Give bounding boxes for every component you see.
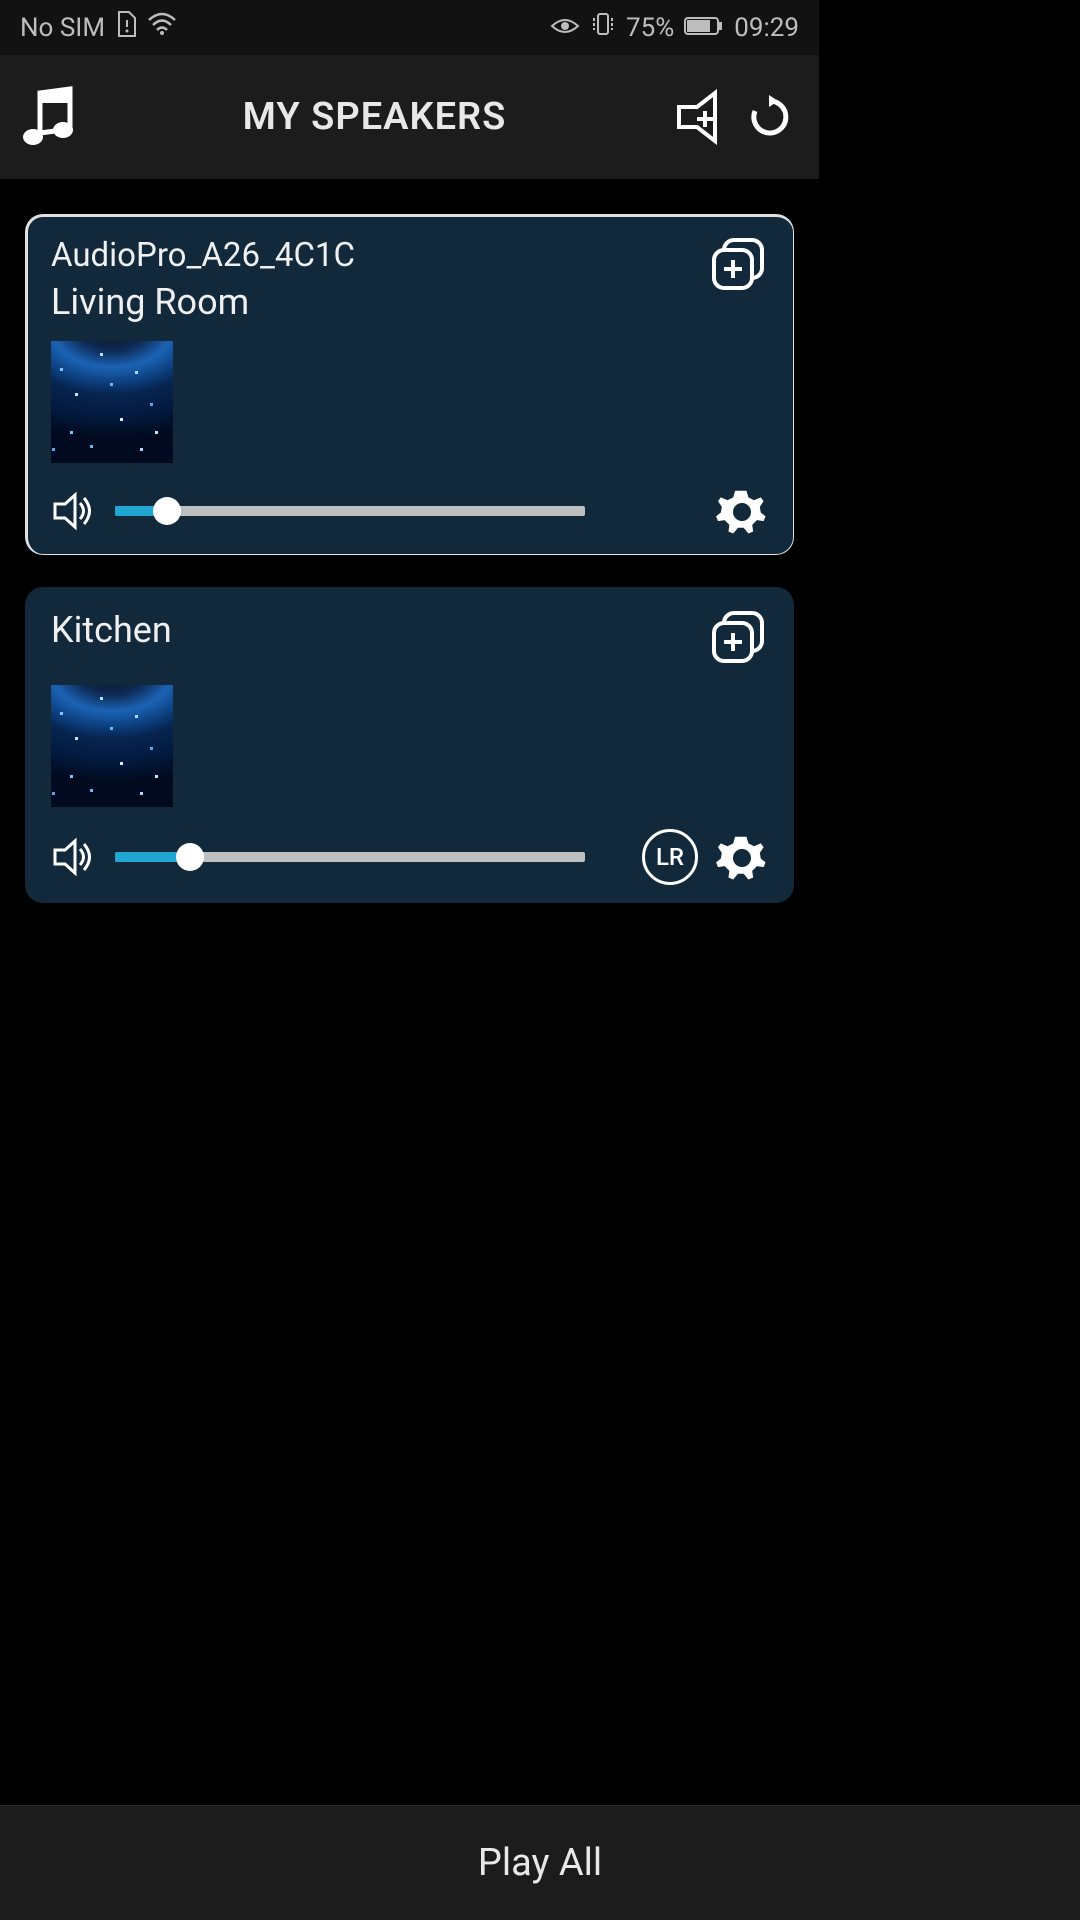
volume-slider[interactable]: [115, 496, 585, 526]
speaker-device-name: AudioPro_A26_4C1C: [51, 236, 710, 275]
speaker-room-name: Kitchen: [51, 609, 710, 651]
clock: 09:29: [734, 13, 799, 43]
wifi-icon: [147, 12, 177, 43]
page-title: MY SPEAKERS: [80, 95, 669, 139]
battery-pct: 75%: [626, 13, 674, 43]
album-art[interactable]: [51, 685, 173, 807]
add-speaker-icon[interactable]: [669, 87, 729, 147]
volume-icon[interactable]: [51, 490, 93, 532]
lr-channel-badge[interactable]: LR: [642, 829, 698, 885]
speaker-list: AudioPro_A26_4C1C Living Room: [0, 179, 819, 903]
slider-thumb[interactable]: [176, 843, 204, 871]
volume-icon[interactable]: [51, 836, 93, 878]
speaker-card[interactable]: AudioPro_A26_4C1C Living Room: [25, 214, 794, 555]
refresh-icon[interactable]: [739, 87, 799, 147]
slider-thumb[interactable]: [153, 497, 181, 525]
status-right: 75% 09:29: [550, 11, 799, 44]
app-header: MY SPEAKERS: [0, 55, 819, 179]
add-to-group-icon[interactable]: [710, 236, 768, 294]
vibrate-icon: [590, 11, 616, 44]
gear-icon[interactable]: [716, 485, 768, 537]
speaker-room-name: Living Room: [51, 281, 710, 323]
add-to-group-icon[interactable]: [710, 609, 768, 667]
lr-label: LR: [656, 843, 684, 871]
status-left: No SIM: [20, 10, 177, 45]
album-art[interactable]: [51, 341, 173, 463]
volume-slider[interactable]: [115, 842, 585, 872]
status-bar: No SIM: [0, 0, 819, 55]
speaker-card[interactable]: Kitchen: [25, 587, 794, 903]
music-icon[interactable]: [20, 87, 80, 147]
play-all-button[interactable]: Play All: [0, 1805, 1080, 1920]
gear-icon[interactable]: [716, 831, 768, 883]
eye-icon: [550, 13, 580, 43]
no-sim-label: No SIM: [20, 13, 105, 43]
play-all-label: Play All: [478, 1841, 602, 1885]
battery-icon: [684, 13, 724, 43]
sim-alert-icon: [115, 10, 137, 45]
